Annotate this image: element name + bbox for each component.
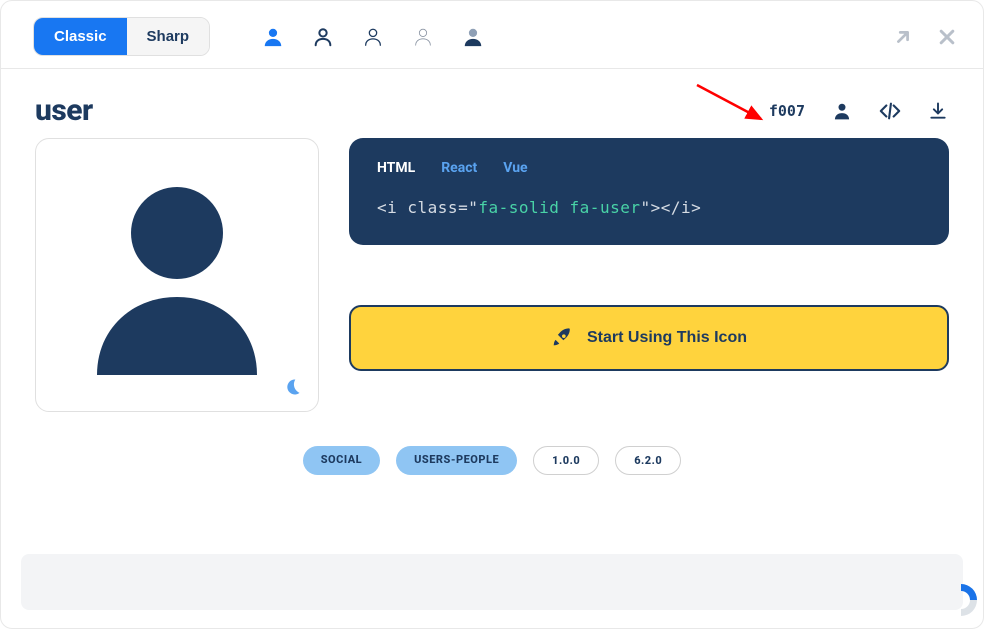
tag-users-people[interactable]: USERS-PEOPLE xyxy=(396,446,517,475)
tag-social[interactable]: SOCIAL xyxy=(303,446,380,475)
tab-react[interactable]: React xyxy=(441,160,477,176)
user-icon xyxy=(87,175,267,375)
style-variants xyxy=(262,26,484,48)
tag-version-1[interactable]: 1.0.0 xyxy=(533,446,599,475)
code-snippet-card: HTML React Vue <i class="fa-solid fa-use… xyxy=(349,138,949,245)
recaptcha-badge-icon xyxy=(939,578,983,622)
header-actions: f007 xyxy=(769,100,949,122)
tab-vue[interactable]: Vue xyxy=(503,160,527,176)
icon-preview-card xyxy=(35,138,319,412)
footer-bar[interactable] xyxy=(21,554,963,610)
dark-mode-toggle-icon[interactable] xyxy=(282,377,304,399)
header-row: user f007 xyxy=(1,69,983,138)
download-icon[interactable] xyxy=(927,100,949,122)
icon-name-title: user xyxy=(35,93,93,128)
style-light-icon[interactable] xyxy=(362,26,384,48)
code-tabs: HTML React Vue xyxy=(377,160,921,176)
start-using-button[interactable]: Start Using This Icon xyxy=(349,305,949,371)
family-toggle: Classic Sharp xyxy=(33,17,210,56)
toggle-sharp[interactable]: Sharp xyxy=(127,18,210,55)
style-thin-icon[interactable] xyxy=(412,26,434,48)
tags-row: SOCIAL USERS-PEOPLE 1.0.0 6.2.0 xyxy=(1,446,983,475)
open-external-icon[interactable] xyxy=(891,25,915,49)
top-actions xyxy=(891,25,959,49)
style-solid-icon[interactable] xyxy=(262,26,284,48)
tag-version-6[interactable]: 6.2.0 xyxy=(615,446,681,475)
style-duotone-icon[interactable] xyxy=(462,26,484,48)
toggle-classic[interactable]: Classic xyxy=(34,18,127,55)
tab-html[interactable]: HTML xyxy=(377,160,415,176)
right-column: HTML React Vue <i class="fa-solid fa-use… xyxy=(349,138,949,412)
unicode-label: f007 xyxy=(769,102,805,120)
copy-glyph-icon[interactable] xyxy=(831,100,853,122)
cta-label: Start Using This Icon xyxy=(587,329,747,347)
close-icon[interactable] xyxy=(935,25,959,49)
main-content: HTML React Vue <i class="fa-solid fa-use… xyxy=(1,138,983,412)
code-snippet[interactable]: <i class="fa-solid fa-user"></i> xyxy=(377,198,921,217)
code-icon[interactable] xyxy=(879,100,901,122)
rocket-icon xyxy=(551,327,573,349)
top-bar: Classic Sharp xyxy=(1,1,983,69)
style-regular-icon[interactable] xyxy=(312,26,334,48)
